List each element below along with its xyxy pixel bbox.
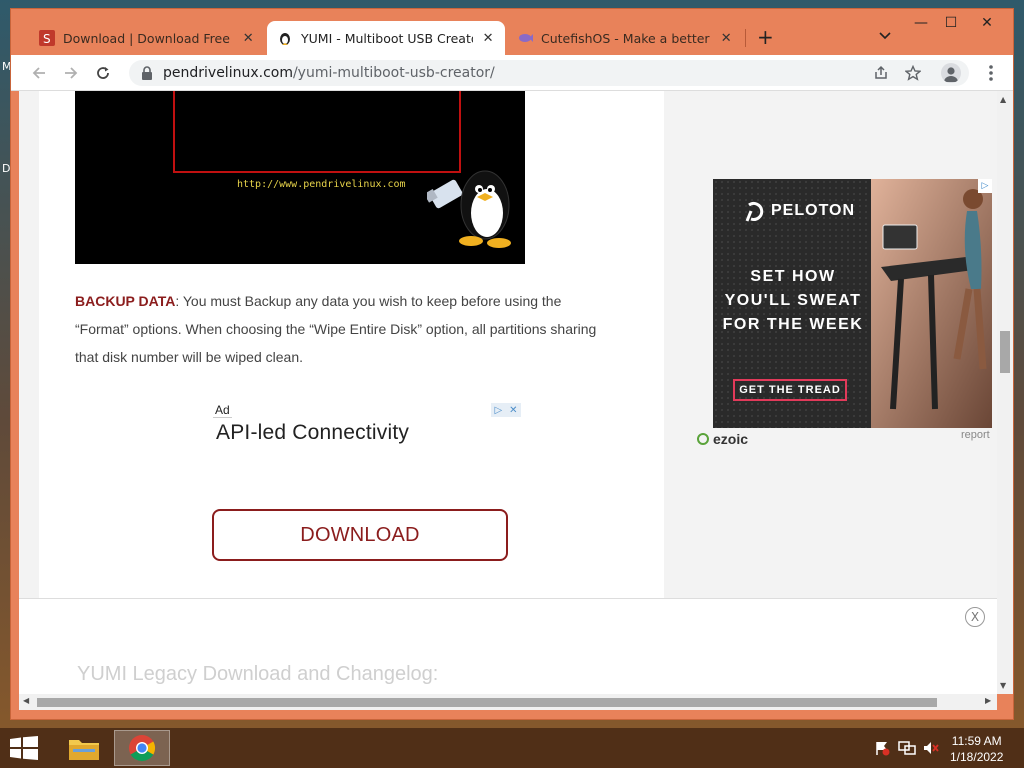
- adchoices-icon: ▷: [494, 404, 503, 416]
- person-icon: [944, 67, 958, 82]
- download-button[interactable]: DOWNLOAD: [212, 509, 508, 561]
- new-tab-button[interactable]: +: [757, 25, 774, 49]
- network-icon[interactable]: [898, 740, 916, 759]
- share-icon[interactable]: [873, 65, 889, 85]
- forward-button[interactable]: [61, 63, 81, 83]
- tab-strip: S Download | Download Free Softw ✕ YUMI …: [11, 9, 1013, 55]
- maximize-button[interactable]: ☐: [937, 9, 965, 37]
- screenshot-frame: [173, 91, 461, 173]
- back-button[interactable]: [29, 63, 49, 83]
- tux-usb-icon: [427, 170, 511, 248]
- taskbar: 11:59 AM 1/18/2022: [0, 728, 1024, 768]
- vertical-scroll-thumb[interactable]: [1000, 331, 1010, 373]
- close-tab-icon[interactable]: ✕: [481, 31, 495, 46]
- close-tab-icon[interactable]: ✕: [241, 31, 255, 46]
- backup-lead: BACKUP DATA: [75, 293, 176, 309]
- ad-brand: PELOTON: [771, 202, 856, 219]
- clock-time: 11:59 AM: [951, 734, 1002, 748]
- treadmill-runner-image: [871, 179, 992, 428]
- system-clock[interactable]: 11:59 AM 1/18/2022: [950, 733, 1003, 765]
- folder-icon: [69, 740, 99, 760]
- file-explorer-button[interactable]: [56, 730, 112, 766]
- volume-muted-icon[interactable]: [922, 740, 940, 759]
- chrome-taskbar-button[interactable]: [114, 730, 170, 766]
- arrow-right-icon: [65, 67, 78, 79]
- address-bar[interactable]: pendrivelinux.com/yumi-multiboot-usb-cre…: [129, 60, 969, 86]
- chevron-down-icon: [879, 32, 891, 40]
- sticky-close-button[interactable]: X: [965, 607, 985, 627]
- close-ad-icon[interactable]: ✕: [509, 405, 517, 416]
- ezoic-badge[interactable]: ezoic: [697, 431, 748, 447]
- reload-button[interactable]: [93, 63, 113, 83]
- horizontal-scrollbar[interactable]: ◀ ▶: [19, 694, 997, 710]
- tab-yumi[interactable]: YUMI - Multiboot USB Creator | P ✕: [267, 21, 505, 55]
- bookmark-star-icon[interactable]: [904, 64, 922, 85]
- ezoic-icon: [697, 433, 709, 445]
- scroll-down-icon[interactable]: ▼: [1000, 681, 1006, 690]
- clock-date: 1/18/2022: [950, 750, 1004, 764]
- peloton-ad[interactable]: PELOTON SET HOW YOU'LL SWEAT FOR THE WEE…: [713, 179, 992, 428]
- article-content: http://www.pendrivelinux.com BACKUP DATA…: [39, 91, 664, 601]
- adchoices-icon[interactable]: ▷: [978, 179, 992, 193]
- tab-download[interactable]: S Download | Download Free Softw ✕: [29, 21, 265, 55]
- ad-copy-line: FOR THE WEEK: [722, 316, 864, 333]
- ad-label: Ad: [213, 403, 232, 418]
- adchoices-badge[interactable]: ▷ ✕: [491, 403, 521, 417]
- ad-headline[interactable]: API-led Connectivity: [216, 421, 409, 445]
- minimize-button[interactable]: —: [907, 9, 935, 37]
- browser-toolbar: pendrivelinux.com/yumi-multiboot-usb-cre…: [11, 55, 1013, 91]
- horizontal-scroll-thumb[interactable]: [37, 698, 937, 707]
- tab-separator: [745, 29, 746, 47]
- browser-window: S Download | Download Free Softw ✕ YUMI …: [10, 8, 1014, 720]
- ad-photo: [871, 179, 992, 428]
- windows-icon: [10, 736, 38, 760]
- yumi-screenshot-image: http://www.pendrivelinux.com: [75, 91, 525, 264]
- ad-copy-line: YOU'LL SWEAT: [724, 292, 862, 309]
- peloton-p-icon: [745, 201, 764, 222]
- flag-icon[interactable]: [874, 740, 890, 759]
- tab-title: YUMI - Multiboot USB Creator | P: [301, 30, 473, 46]
- scroll-up-icon[interactable]: ▲: [1000, 95, 1006, 104]
- ad-copy-line: SET HOW: [750, 268, 836, 285]
- svg-text:S: S: [43, 32, 51, 46]
- page-viewport: http://www.pendrivelinux.com BACKUP DATA…: [19, 91, 1005, 694]
- peloton-logo: PELOTON: [741, 199, 855, 223]
- scroll-left-icon[interactable]: ◀: [23, 696, 29, 705]
- tux-icon: [277, 30, 293, 46]
- tab-title: CutefishOS - Make a better Desk: [541, 30, 711, 46]
- browser-menu-button[interactable]: [981, 63, 1001, 87]
- report-ad-link[interactable]: report: [961, 429, 990, 441]
- get-the-tread-button[interactable]: GET THE TREAD: [733, 379, 847, 401]
- chrome-icon: [129, 735, 156, 762]
- start-button[interactable]: [10, 736, 38, 764]
- softpedia-icon: S: [39, 30, 55, 46]
- lock-icon: [142, 66, 152, 80]
- close-tab-icon[interactable]: ✕: [719, 31, 733, 46]
- ezoic-label: ezoic: [713, 431, 749, 447]
- scroll-right-icon[interactable]: ▶: [985, 696, 991, 705]
- url-path: /yumi-multiboot-usb-creator/: [292, 65, 495, 81]
- vertical-scrollbar[interactable]: ▲ ▼: [997, 91, 1013, 694]
- vertical-dots-icon: [989, 65, 993, 81]
- backup-paragraph: BACKUP DATA: You must Backup any data yo…: [75, 287, 615, 371]
- profile-avatar[interactable]: [941, 63, 961, 83]
- ad-copy: SET HOW YOU'LL SWEAT FOR THE WEEK: [713, 265, 873, 337]
- tab-title: Download | Download Free Softw: [63, 30, 233, 46]
- reload-icon: [97, 67, 109, 79]
- url-text: pendrivelinux.com/yumi-multiboot-usb-cre…: [163, 65, 495, 81]
- tab-search-button[interactable]: [879, 29, 891, 44]
- image-url-text: http://www.pendrivelinux.com: [237, 179, 406, 190]
- close-window-button[interactable]: ✕: [967, 9, 1007, 37]
- legacy-download-heading: YUMI Legacy Download and Changelog:: [77, 663, 439, 685]
- cutefish-icon: [517, 30, 533, 46]
- url-domain: pendrivelinux.com: [163, 65, 293, 81]
- arrow-left-icon: [32, 67, 45, 79]
- tab-cutefish[interactable]: CutefishOS - Make a better Desk ✕: [507, 21, 743, 55]
